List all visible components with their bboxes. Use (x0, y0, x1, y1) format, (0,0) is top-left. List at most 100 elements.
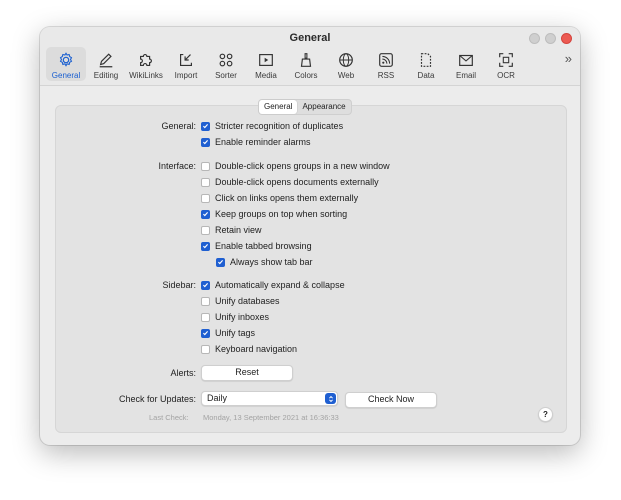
click-links-checkbox[interactable]: Click on links opens them externally (201, 193, 358, 203)
reset-alerts-button[interactable]: Reset (201, 365, 293, 381)
check-now-button[interactable]: Check Now (345, 392, 437, 408)
checkbox-box[interactable] (201, 328, 210, 338)
rss-icon (376, 50, 396, 70)
checkbox-label: Always show tab bar (230, 257, 313, 267)
checkbox-label: Unify tags (215, 328, 256, 338)
alerts-label: Alerts: (170, 368, 196, 378)
checkbox-label: Enable reminder alarms (215, 137, 311, 147)
import-icon (176, 50, 196, 70)
toolbar-item-rss[interactable]: RSS (366, 47, 406, 81)
unify-inboxes-checkbox[interactable]: Unify inboxes (201, 312, 269, 322)
window-controls (529, 33, 572, 44)
toolbar-item-web[interactable]: Web (326, 47, 366, 81)
toolbar-label-colors: Colors (294, 71, 318, 80)
checkbox-label: Enable tabbed browsing (215, 241, 312, 251)
toolbar-item-ocr[interactable]: OCR (486, 47, 526, 81)
toolbar-item-wikilinks[interactable]: WikiLinks (126, 47, 166, 81)
preferences-window: General General Editing WikiLinks Import… (40, 27, 580, 445)
last-check-label: Last Check: (149, 413, 189, 422)
unify-databases-checkbox[interactable]: Unify databases (201, 296, 280, 306)
update-frequency-value: Daily (207, 393, 228, 403)
checkbox-box[interactable] (201, 209, 210, 219)
checkbox-label: Click on links opens them externally (215, 193, 359, 203)
brush-icon (296, 50, 316, 70)
auto-expand-checkbox[interactable]: Automatically expand & collapse (201, 280, 345, 290)
minimize-button[interactable] (529, 33, 540, 44)
puzzle-icon (136, 50, 156, 70)
zoom-button[interactable] (545, 33, 556, 44)
toolbar-label-wikilinks: WikiLinks (129, 71, 163, 80)
toolbar-label-editing: Editing (93, 71, 119, 80)
checkbox-box[interactable] (201, 280, 210, 290)
window-title: General (289, 32, 331, 44)
toolbar-label-email: Email (455, 71, 476, 80)
update-frequency-select[interactable]: Daily (201, 391, 338, 406)
general-section-label: General: (161, 121, 196, 131)
tabbed-browsing-checkbox[interactable]: Enable tabbed browsing (201, 241, 312, 251)
checkbox-box[interactable] (201, 225, 210, 235)
checkbox-box[interactable] (201, 312, 210, 322)
checkbox-label: Keep groups on top when sorting (215, 209, 348, 219)
toolbar-label-general: General (51, 71, 81, 80)
toolbar-item-media[interactable]: Media (246, 47, 286, 81)
tab-switcher: General Appearance (258, 99, 352, 115)
settings-panel (55, 105, 567, 433)
keyboard-navigation-checkbox[interactable]: Keyboard navigation (201, 344, 297, 354)
toolbar-item-data[interactable]: Data (406, 47, 446, 81)
toolbar-overflow-button[interactable]: » (565, 51, 572, 66)
globe-icon (336, 50, 356, 70)
checkbox-box[interactable] (201, 296, 210, 306)
checkbox-box[interactable] (201, 121, 210, 131)
toolbar-item-colors[interactable]: Colors (286, 47, 326, 81)
checkbox-label: Unify databases (215, 296, 280, 306)
sidebar-section-label: Sidebar: (162, 280, 196, 290)
unify-tags-checkbox[interactable]: Unify tags (201, 328, 255, 338)
checkbox-label: Automatically expand & collapse (215, 280, 345, 290)
checkbox-label: Double-click opens documents externally (215, 177, 379, 187)
updates-label: Check for Updates: (118, 394, 196, 404)
toolbar-label-ocr: OCR (497, 71, 515, 80)
toolbar-item-sorter[interactable]: Sorter (206, 47, 246, 81)
toolbar-item-general[interactable]: General (46, 47, 86, 81)
checkbox-box[interactable] (201, 161, 210, 171)
show-tab-bar-checkbox[interactable]: Always show tab bar (216, 257, 313, 267)
checkbox-box[interactable] (201, 241, 210, 251)
checkbox-box[interactable] (216, 257, 225, 267)
toolbar-label-sorter: Sorter (215, 71, 237, 80)
gear-icon (56, 50, 76, 70)
toolbar-label-import: Import (174, 71, 198, 80)
checkbox-box[interactable] (201, 344, 210, 354)
checkbox-box[interactable] (201, 137, 210, 147)
checkbox-label: Retain view (215, 225, 262, 235)
stricter-duplicates-checkbox[interactable]: Stricter recognition of duplicates (201, 121, 343, 131)
last-check-value: Monday, 13 September 2021 at 16:36:33 (203, 413, 339, 422)
checkbox-box[interactable] (201, 177, 210, 187)
reminder-alarms-checkbox[interactable]: Enable reminder alarms (201, 137, 311, 147)
dblclick-groups-checkbox[interactable]: Double-click opens groups in a new windo… (201, 161, 390, 171)
tab-general[interactable]: General (259, 100, 298, 114)
interface-section-label: Interface: (158, 161, 196, 171)
checkbox-label: Unify inboxes (215, 312, 270, 322)
media-icon (256, 50, 276, 70)
keep-groups-top-checkbox[interactable]: Keep groups on top when sorting (201, 209, 347, 219)
help-button[interactable]: ? (538, 407, 553, 422)
toolbar-label-rss: RSS (377, 71, 395, 80)
updown-arrows-icon (325, 393, 336, 404)
pencil-icon (96, 50, 116, 70)
titlebar: General General Editing WikiLinks Import… (40, 27, 580, 86)
toolbar-item-import[interactable]: Import (166, 47, 206, 81)
close-button[interactable] (561, 33, 572, 44)
toolbar-item-email[interactable]: Email (446, 47, 486, 81)
retain-view-checkbox[interactable]: Retain view (201, 225, 262, 235)
tab-appearance[interactable]: Appearance (297, 100, 350, 114)
data-icon (416, 50, 436, 70)
dblclick-documents-checkbox[interactable]: Double-click opens documents externally (201, 177, 379, 187)
ocr-icon (496, 50, 516, 70)
checkbox-label: Keyboard navigation (215, 344, 298, 354)
toolbar-item-editing[interactable]: Editing (86, 47, 126, 81)
checkbox-box[interactable] (201, 193, 210, 203)
toolbar-label-data: Data (417, 71, 435, 80)
toolbar-label-media: Media (255, 71, 277, 80)
checkbox-label: Stricter recognition of duplicates (215, 121, 344, 131)
checkbox-label: Double-click opens groups in a new windo… (215, 161, 390, 171)
